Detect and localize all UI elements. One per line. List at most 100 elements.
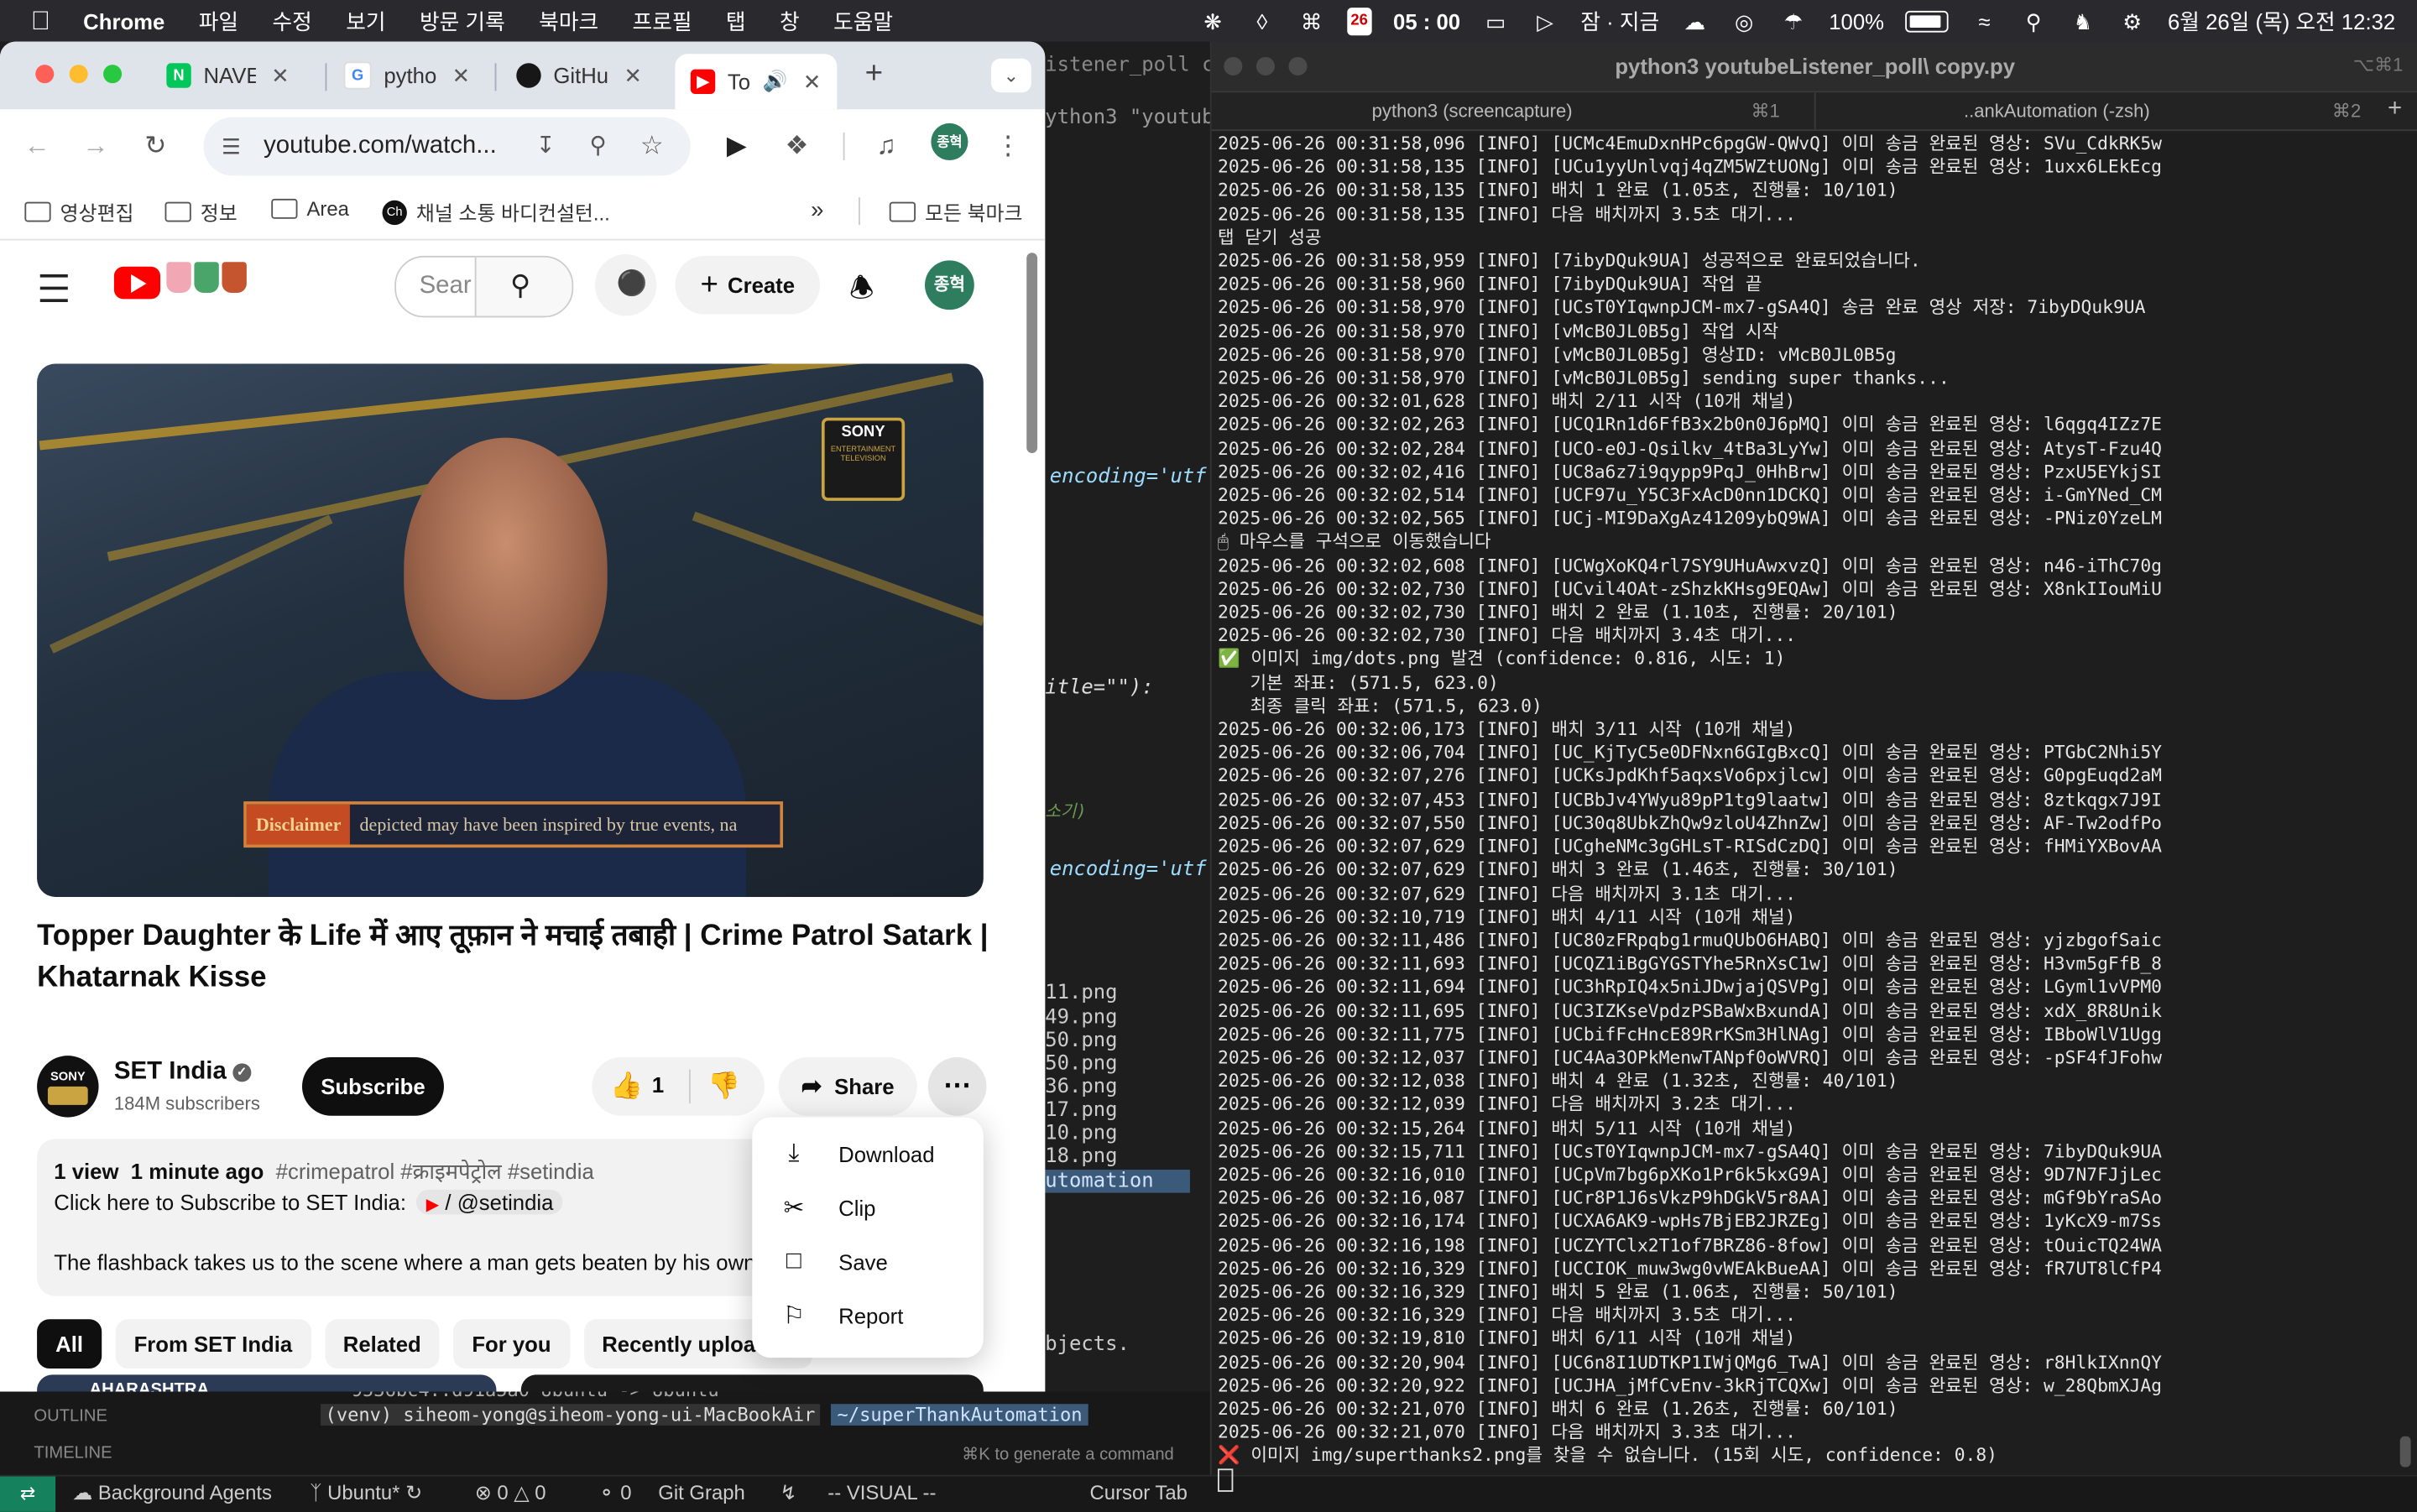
menu-view[interactable]: 보기 (329, 5, 403, 36)
site-info-icon[interactable]: ☰ (216, 131, 247, 162)
window-icon[interactable]: ▭ (1482, 8, 1510, 33)
menu-window[interactable]: 창 (763, 5, 817, 36)
speaker-icon[interactable]: 🔊 (763, 70, 788, 94)
youtube-logo[interactable] (113, 266, 161, 300)
zoom-window-button[interactable] (103, 65, 123, 84)
menu-item-clip[interactable]: ✂ Clip (752, 1181, 984, 1234)
notifications-bell-icon[interactable]: 🕭 (849, 269, 874, 315)
extensions-puzzle-icon[interactable]: ❖ (781, 131, 812, 162)
bookmark-folder-video-edit[interactable]: 영상편집 (24, 197, 134, 227)
channel-avatar[interactable]: SONY (37, 1056, 99, 1118)
search-input[interactable]: Search (420, 273, 472, 300)
related-video-thumbnail[interactable]: AHARASHTRA (37, 1374, 497, 1392)
create-button[interactable]: + Create (675, 255, 821, 315)
tab-search-chevron-icon[interactable]: ⌄ (990, 58, 1031, 93)
command-icon[interactable]: ⌘ (1297, 8, 1325, 33)
new-tab-icon[interactable]: + (859, 59, 890, 90)
terminal-tab-python[interactable]: python3 (screencapture) (1372, 100, 1573, 122)
terminal-scrollbar[interactable] (2399, 1436, 2411, 1468)
editor-tab-title[interactable]: istener_poll copy.p (1045, 54, 1210, 77)
related-video-thumbnail[interactable] (520, 1374, 984, 1392)
background-agents-item[interactable]: ☁ Background Agents (72, 1481, 272, 1505)
like-button[interactable]: 👍 (610, 1071, 643, 1103)
cursor-tab-item[interactable]: Cursor Tab (1090, 1481, 1188, 1504)
menu-edit[interactable]: 수정 (255, 5, 329, 36)
openai-icon[interactable]: ❋ (1199, 8, 1227, 33)
menu-help[interactable]: 도움말 (817, 5, 910, 36)
airdrop-icon[interactable]: ◎ (1731, 8, 1758, 33)
channel-name[interactable]: SET India ✓ (114, 1059, 252, 1087)
menu-bookmarks[interactable]: 북마크 (522, 5, 615, 36)
tab-naver[interactable]: N NAVER ✕ (166, 54, 290, 96)
menubar-clock[interactable]: 6월 26일 (목) 오전 12:32 (2168, 5, 2395, 36)
hashtags[interactable]: #crimepatrol #क्राइमपेट्रोल #setindia (276, 1159, 594, 1183)
search-box[interactable]: Search ⚲ (394, 255, 574, 318)
description-box[interactable]: 1 view 1 minute ago #crimepatrol #क्राइम… (37, 1139, 808, 1296)
all-bookmarks-folder[interactable]: 모든 북마크 (889, 197, 1023, 227)
video-player[interactable]: SONY ENTERTAINMENT TELEVISION Disclaimer … (37, 363, 984, 897)
close-tab-icon[interactable]: ✕ (803, 69, 822, 95)
stack-icon[interactable]: ◊ (1248, 8, 1276, 33)
bookmark-channel[interactable]: Ch 채널 소통 바디컨설턴... (382, 197, 610, 227)
chip-from-channel[interactable]: From SET India (115, 1319, 311, 1369)
calendar-icon[interactable]: 26 (1346, 7, 1372, 35)
bookmark-folder-info[interactable]: 정보 (164, 197, 238, 227)
menu-item-report[interactable]: ⚐ Report (752, 1288, 984, 1342)
chrome-menu-icon[interactable]: ⋮ (993, 131, 1024, 162)
outline-section[interactable]: OUTLINE (34, 1407, 107, 1426)
tab-github[interactable]: GitHu ✕ (516, 54, 642, 96)
ports-item[interactable]: ⚬ 0 (598, 1481, 632, 1505)
menu-app-name[interactable]: Chrome (77, 8, 182, 33)
remote-indicator-icon[interactable]: ⇄ (0, 1476, 56, 1512)
terminal-output[interactable]: 2025-06-26 00:31:58,096 [INFO] [UCMc4Emu… (1217, 133, 2412, 1492)
chip-related[interactable]: Related (324, 1319, 440, 1369)
play-icon[interactable]: ▷ (1532, 8, 1559, 33)
menu-file[interactable]: 파일 (182, 5, 256, 36)
more-bookmarks-icon[interactable]: » (811, 197, 823, 223)
reload-icon[interactable]: ↻ (140, 131, 171, 162)
menu-item-save[interactable]: □ Save (752, 1234, 984, 1288)
generate-command-hint[interactable]: ⌘K to generate a command (962, 1444, 1174, 1464)
editor-terminal-tab[interactable]: ython3 "youtube (1045, 107, 1210, 130)
subscribe-button[interactable]: Subscribe (301, 1056, 444, 1116)
git-branch-item[interactable]: ᛉ Ubuntu* ↻ (310, 1481, 422, 1505)
close-tab-icon[interactable]: ✕ (271, 62, 290, 88)
close-window-button[interactable] (35, 65, 55, 84)
zoom-icon[interactable]: ⚲ (582, 131, 613, 162)
more-actions-button[interactable]: ⋯ (927, 1056, 987, 1116)
menu-history[interactable]: 방문 기록 (403, 5, 522, 36)
forward-icon[interactable]: → (81, 131, 112, 162)
menu-tab[interactable]: 탭 (709, 5, 763, 36)
close-tab-icon[interactable]: ✕ (624, 62, 642, 88)
close-tab-icon[interactable]: ✕ (452, 62, 471, 88)
menu-item-download[interactable]: ⤓ Download (752, 1127, 984, 1181)
menu-profiles[interactable]: 프로필 (615, 5, 708, 36)
address-bar[interactable]: ☰ youtube.com/watch... ↧ ⚲ ☆ (203, 117, 691, 176)
search-button[interactable]: ⚲ (474, 257, 572, 316)
bookmark-folder-area[interactable]: Area (271, 197, 349, 221)
share-button[interactable]: ➦ Share (778, 1056, 917, 1116)
url-text[interactable]: youtube.com/watch... (264, 133, 497, 160)
tab-google[interactable]: G pytho ✕ (343, 54, 471, 96)
timer-readout[interactable]: 05 : 00 (1393, 8, 1460, 33)
battery-icon[interactable] (1905, 9, 1950, 32)
dislike-button[interactable]: 👎 (707, 1071, 740, 1103)
cloud-icon[interactable]: ☁ (1681, 8, 1709, 33)
install-app-icon[interactable]: ↧ (530, 131, 561, 162)
media-control-icon[interactable]: ♫ (871, 131, 902, 162)
chip-for-you[interactable]: For you (453, 1319, 570, 1369)
control-center-icon[interactable]: ⚙ (2118, 8, 2146, 33)
spotlight-search-icon[interactable]: ⚲ (2020, 8, 2048, 33)
terminal-tab-zsh[interactable]: ..ankAutomation (-zsh) (1964, 100, 2150, 122)
tab-youtube[interactable]: ▶ To 🔊 ✕ (675, 54, 837, 110)
weather-icon[interactable]: ☂ (1779, 8, 1807, 33)
voice-search-button[interactable]: ⚫ (594, 254, 657, 316)
timeline-section[interactable]: TIMELINE (34, 1444, 112, 1462)
back-icon[interactable]: ← (22, 131, 53, 162)
chip-all[interactable]: All (37, 1319, 102, 1369)
channel-handle-link[interactable]: ▶ / @setindia (416, 1189, 563, 1215)
page-scrollbar[interactable] (1026, 253, 1038, 453)
doodle-cups-logo[interactable] (166, 262, 247, 293)
chrome-profile-avatar[interactable]: 종혁 (931, 123, 968, 161)
apple-icon[interactable]:  (31, 7, 55, 33)
